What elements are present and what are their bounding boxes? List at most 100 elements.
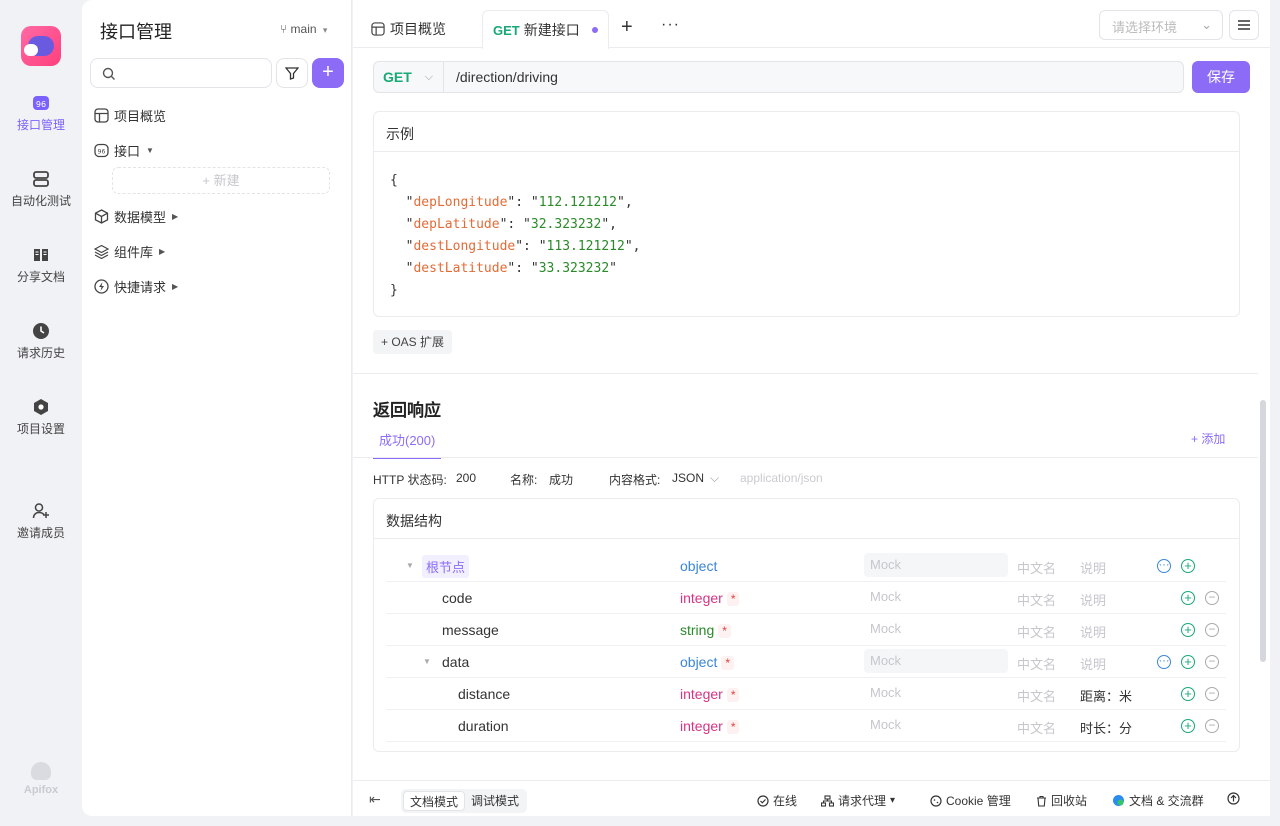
cookie-manager[interactable]: Cookie 管理: [930, 792, 1011, 809]
online-status[interactable]: 在线: [757, 792, 797, 809]
tab-project-overview[interactable]: 项目概览: [371, 10, 446, 48]
chat-icon: [1113, 795, 1124, 806]
required-marker[interactable]: *: [721, 656, 735, 670]
required-marker[interactable]: *: [726, 688, 740, 702]
menu-icon: [1238, 20, 1250, 30]
add-sibling-icon[interactable]: +: [1181, 687, 1195, 701]
more-tabs-button[interactable]: ···: [661, 16, 680, 34]
remove-field-icon[interactable]: −: [1205, 623, 1219, 637]
tree-item-quick-requests[interactable]: 快捷请求 ▶: [94, 275, 178, 297]
request-proxy-menu[interactable]: 请求代理 ▾: [821, 792, 895, 809]
recycle-bin[interactable]: 回收站: [1036, 792, 1087, 809]
collapse-caret-icon[interactable]: ▼: [423, 657, 431, 666]
app-logo[interactable]: [21, 26, 61, 66]
check-circle-icon: [757, 794, 769, 807]
chevron-down-icon: ▾: [890, 795, 896, 806]
caret-down-icon: ▼: [146, 145, 154, 155]
sidebar-search-input[interactable]: [90, 58, 272, 88]
required-marker[interactable]: *: [718, 624, 731, 638]
remove-field-icon[interactable]: −: [1205, 687, 1219, 701]
caret-right-icon: ▶: [172, 281, 179, 291]
schema-row[interactable]: distance integer * Mock 中文名 距离：米 + −: [386, 678, 1226, 710]
automation-icon: [33, 171, 49, 187]
add-child-icon[interactable]: +: [1181, 559, 1195, 573]
main-panel: 项目概览 GET 新建接口 + ··· 请选择环境 ⌄ GET ⌵ /direc…: [353, 0, 1270, 816]
user-plus-icon: [32, 503, 49, 519]
more-options-icon[interactable]: ···: [1157, 655, 1171, 669]
required-marker[interactable]: *: [726, 720, 740, 734]
required-marker[interactable]: *: [726, 592, 740, 606]
add-response-button[interactable]: + 添加: [1191, 430, 1225, 447]
scroll-top-button[interactable]: [1227, 792, 1244, 805]
tree-item-data-models[interactable]: 数据模型 ▶: [94, 205, 178, 227]
schema-row[interactable]: duration integer * Mock 中文名 时长：分 + −: [386, 710, 1226, 742]
trash-icon: [1037, 795, 1046, 807]
content-type-select[interactable]: JSON ⌵: [672, 471, 719, 486]
vertical-scrollbar[interactable]: [1260, 400, 1266, 662]
filter-icon: [285, 67, 299, 80]
response-name-value[interactable]: 成功: [549, 471, 573, 488]
window-edge: [1270, 0, 1280, 826]
rail-invite-members[interactable]: 邀请成员: [0, 502, 82, 541]
remove-field-icon[interactable]: −: [1205, 591, 1219, 605]
add-sibling-icon[interactable]: +: [1181, 623, 1195, 637]
debug-mode-button[interactable]: 调试模式: [465, 791, 525, 811]
rail-history[interactable]: 请求历史: [0, 322, 82, 361]
add-child-icon[interactable]: +: [1181, 655, 1195, 669]
tree-item-apis[interactable]: 96 接口 ▼: [94, 139, 154, 161]
collapse-sidebar-icon[interactable]: ⇤: [369, 791, 381, 808]
new-api-slot[interactable]: + 新建: [112, 167, 330, 194]
remove-field-icon[interactable]: −: [1205, 655, 1219, 669]
rail-automation[interactable]: 自动化测试: [0, 170, 82, 209]
chevron-down-icon: ⌄: [1201, 17, 1212, 32]
menu-button[interactable]: [1229, 10, 1259, 40]
tree-item-overview[interactable]: 项目概览: [94, 104, 166, 126]
url-bar: GET ⌵ /direction/driving: [373, 61, 1184, 93]
tree-item-components[interactable]: 组件库 ▶: [94, 240, 165, 262]
tab-new-api[interactable]: GET 新建接口: [482, 10, 609, 49]
docs-community[interactable]: 文档 & 交流群: [1112, 792, 1204, 809]
more-options-icon[interactable]: ···: [1157, 559, 1171, 573]
method-select[interactable]: GET ⌵: [374, 62, 444, 92]
rail-share-docs[interactable]: 分享文档: [0, 246, 82, 285]
tab-response-200[interactable]: 成功(200): [373, 426, 442, 459]
rail-project-settings[interactable]: 项目设置: [0, 398, 82, 437]
add-sibling-icon[interactable]: +: [1181, 591, 1195, 605]
schema-row[interactable]: ▼ data object * Mock 中文名 说明 ··· + −: [386, 646, 1226, 678]
api-icon: 96: [94, 143, 109, 157]
branch-selector[interactable]: ⑂ main ▾: [280, 22, 327, 36]
cookie-icon: [930, 794, 942, 807]
bolt-icon: [94, 278, 109, 294]
add-tab-button[interactable]: +: [621, 16, 633, 39]
book-icon: [34, 249, 48, 261]
environment-select[interactable]: 请选择环境 ⌄: [1099, 10, 1223, 40]
response-divider: [353, 457, 1258, 458]
mode-switch: 文档模式 调试模式: [401, 789, 528, 813]
collapse-caret-icon[interactable]: ▼: [406, 561, 414, 570]
apifox-icon: [31, 762, 51, 780]
http-status-value[interactable]: 200: [456, 471, 476, 485]
cube-icon: [94, 208, 109, 224]
add-sibling-icon[interactable]: +: [1181, 719, 1195, 733]
search-icon: [102, 67, 115, 80]
oas-extension-button[interactable]: + OAS 扩展: [373, 330, 453, 354]
remove-field-icon[interactable]: −: [1205, 719, 1219, 733]
schema-row[interactable]: message string * Mock 中文名 说明 + −: [386, 614, 1226, 646]
content-scroll[interactable]: 示例 { "depLongitude": "112.121212", "depL…: [353, 104, 1258, 780]
url-path-input[interactable]: /direction/driving: [456, 69, 558, 85]
save-button[interactable]: 保存: [1192, 61, 1250, 93]
schema-card: 数据结构 ▼ 根节点 object Mock 中文名 说明 ··· + code…: [373, 498, 1240, 752]
add-new-button[interactable]: +: [312, 58, 344, 88]
rail-api-management[interactable]: 96 接口管理: [0, 94, 82, 133]
overview-icon: [371, 22, 385, 36]
schema-row[interactable]: ▼ 根节点 object Mock 中文名 说明 ··· +: [386, 550, 1226, 582]
schema-row[interactable]: code integer * Mock 中文名 说明 + −: [386, 582, 1226, 614]
clock-icon: [33, 323, 49, 339]
chevron-down-icon: ⌵: [710, 471, 720, 485]
filter-button[interactable]: [276, 58, 308, 88]
example-code[interactable]: { "depLongitude": "112.121212", "depLati…: [390, 170, 640, 302]
response-name-label: 名称:: [510, 473, 538, 487]
example-title: 示例: [374, 112, 1239, 152]
arrow-up-circle-icon: [1227, 792, 1240, 805]
doc-mode-button[interactable]: 文档模式: [403, 791, 466, 811]
